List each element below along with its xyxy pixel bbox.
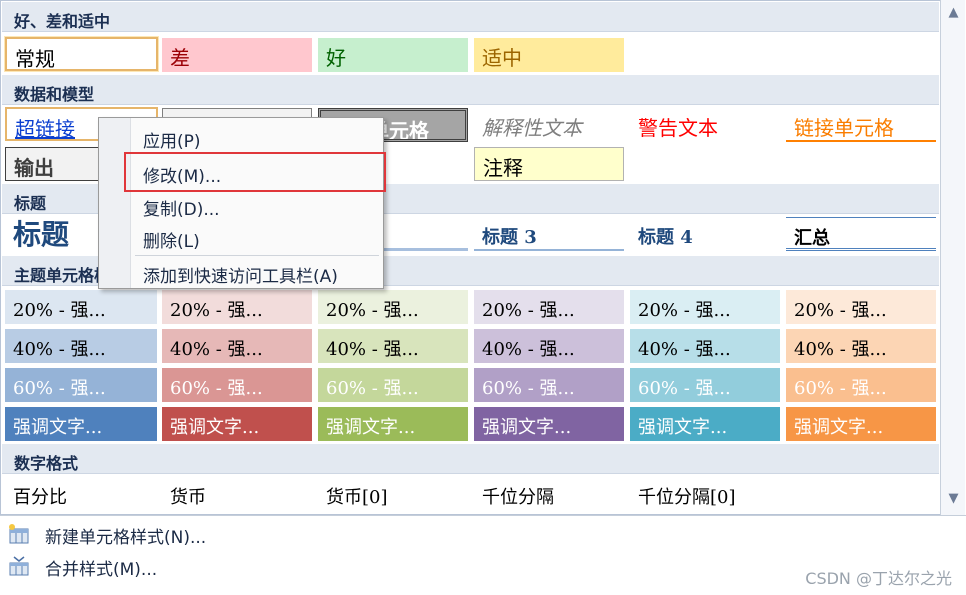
style-note[interactable]: 注释	[474, 147, 624, 181]
style-20-accent5[interactable]: 20% - 强...	[630, 290, 780, 324]
style-40-accent4[interactable]: 40% - 强...	[474, 329, 624, 363]
style-currency-0[interactable]: 货币[0]	[318, 477, 468, 511]
style-60-accent3[interactable]: 60% - 强...	[318, 368, 468, 402]
annotation-highlight-box	[124, 152, 386, 192]
context-menu-gutter	[99, 118, 131, 288]
menu-separator	[135, 255, 379, 256]
triangle-up-icon[interactable]: ▲	[945, 4, 962, 21]
merge-styles-icon	[9, 556, 29, 576]
style-comma[interactable]: 千位分隔	[474, 477, 624, 511]
gallery-scrollbar[interactable]: ▲ ▼	[940, 0, 965, 515]
style-60-accent4[interactable]: 60% - 强...	[474, 368, 624, 402]
style-accent4[interactable]: 强调文字...	[474, 407, 624, 441]
style-warning[interactable]: 警告文本	[630, 108, 780, 142]
style-20-accent2[interactable]: 20% - 强...	[162, 290, 312, 324]
style-40-accent2[interactable]: 40% - 强...	[162, 329, 312, 363]
style-accent2[interactable]: 强调文字...	[162, 407, 312, 441]
new-cell-style-label: 新建单元格样式(N)...	[45, 528, 207, 548]
style-comma-0[interactable]: 千位分隔[0]	[630, 477, 780, 511]
style-20-accent6[interactable]: 20% - 强...	[786, 290, 936, 324]
menu-item-apply[interactable]: 应用(P)	[143, 127, 201, 152]
style-heading-3[interactable]: 标题 3	[474, 217, 624, 251]
menu-item-delete[interactable]: 删除(L)	[143, 227, 200, 252]
style-explanatory[interactable]: 解释性文本	[474, 108, 624, 142]
merge-styles-label: 合并样式(M)...	[45, 560, 158, 580]
style-linked-cell[interactable]: 链接单元格	[786, 108, 936, 142]
section-data-model: 数据和模型	[2, 75, 939, 105]
watermark: CSDN @丁达尔之光	[805, 569, 952, 588]
style-good[interactable]: 好	[318, 38, 468, 72]
style-20-accent1[interactable]: 20% - 强...	[5, 290, 157, 324]
style-accent5[interactable]: 强调文字...	[630, 407, 780, 441]
merge-styles-command[interactable]: 合并样式(M)...	[0, 549, 300, 581]
style-40-accent6[interactable]: 40% - 强...	[786, 329, 936, 363]
style-60-accent2[interactable]: 60% - 强...	[162, 368, 312, 402]
style-20-accent3[interactable]: 20% - 强...	[318, 290, 468, 324]
style-total[interactable]: 汇总	[786, 217, 936, 251]
style-40-accent5[interactable]: 40% - 强...	[630, 329, 780, 363]
section-number-format: 数字格式	[2, 444, 939, 474]
style-currency[interactable]: 货币	[162, 477, 312, 511]
new-cell-style-icon	[9, 524, 29, 544]
style-20-accent4[interactable]: 20% - 强...	[474, 290, 624, 324]
style-heading-4[interactable]: 标题 4	[630, 217, 780, 251]
new-cell-style-command[interactable]: 新建单元格样式(N)...	[0, 517, 300, 549]
style-accent1[interactable]: 强调文字...	[5, 407, 157, 441]
style-accent3[interactable]: 强调文字...	[318, 407, 468, 441]
style-neutral[interactable]: 适中	[474, 38, 624, 72]
style-40-accent1[interactable]: 40% - 强...	[5, 329, 157, 363]
section-good-bad: 好、差和适中	[2, 2, 939, 32]
style-60-accent5[interactable]: 60% - 强...	[630, 368, 780, 402]
triangle-down-icon[interactable]: ▼	[945, 490, 962, 507]
menu-item-add-to-quick-access[interactable]: 添加到快速访问工具栏(A)	[143, 262, 338, 287]
style-40-accent3[interactable]: 40% - 强...	[318, 329, 468, 363]
style-percent[interactable]: 百分比	[5, 477, 157, 511]
style-normal[interactable]: 常规	[4, 36, 159, 72]
style-60-accent6[interactable]: 60% - 强...	[786, 368, 936, 402]
style-bad[interactable]: 差	[162, 38, 312, 72]
style-accent6[interactable]: 强调文字...	[786, 407, 936, 441]
style-60-accent1[interactable]: 60% - 强...	[5, 368, 157, 402]
context-menu: 应用(P) 修改(M)... 复制(D)... 删除(L) 添加到快速访问工具栏…	[98, 117, 384, 289]
menu-item-duplicate[interactable]: 复制(D)...	[143, 195, 220, 220]
